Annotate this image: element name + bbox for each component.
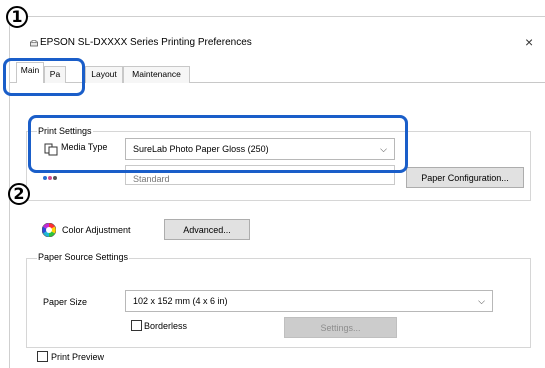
media-type-highlight-callout: [28, 115, 408, 173]
print-quality-value: Standard: [133, 174, 170, 184]
chevron-down-icon: ⌵: [478, 296, 485, 306]
print-quality-icon: [43, 176, 57, 180]
paper-size-dropdown[interactable]: 102 x 152 mm (4 x 6 in) ⌵: [125, 290, 493, 312]
printer-icon: [30, 40, 38, 47]
settings-button[interactable]: Settings...: [284, 317, 397, 338]
paper-size-label: Paper Size: [43, 297, 88, 307]
window-title: EPSON SL-DXXXX Series Printing Preferenc…: [40, 37, 252, 48]
tab-layout[interactable]: Layout: [85, 66, 123, 83]
borderless-checkbox[interactable]: [131, 320, 142, 331]
borderless-label: Borderless: [144, 321, 188, 331]
color-wheel-icon: [42, 223, 56, 237]
close-icon[interactable]: ×: [525, 35, 533, 49]
paper-configuration-button[interactable]: Paper Configuration...: [406, 167, 524, 188]
tab-maintenance[interactable]: Maintenance: [123, 66, 190, 83]
advanced-button[interactable]: Advanced...: [164, 219, 250, 240]
window-top-border: [22, 16, 545, 17]
print-preview-checkbox[interactable]: [37, 351, 48, 362]
paper-source-label: Paper Source Settings: [37, 252, 130, 262]
step-2-badge: 2: [8, 183, 30, 205]
print-preview-label: Print Preview: [51, 352, 105, 362]
color-adjustment-label: Color Adjustment: [62, 225, 131, 235]
paper-size-value: 102 x 152 mm (4 x 6 in): [133, 296, 228, 306]
tab-highlight-callout: [3, 58, 85, 96]
step-1-badge: 1: [6, 6, 28, 28]
